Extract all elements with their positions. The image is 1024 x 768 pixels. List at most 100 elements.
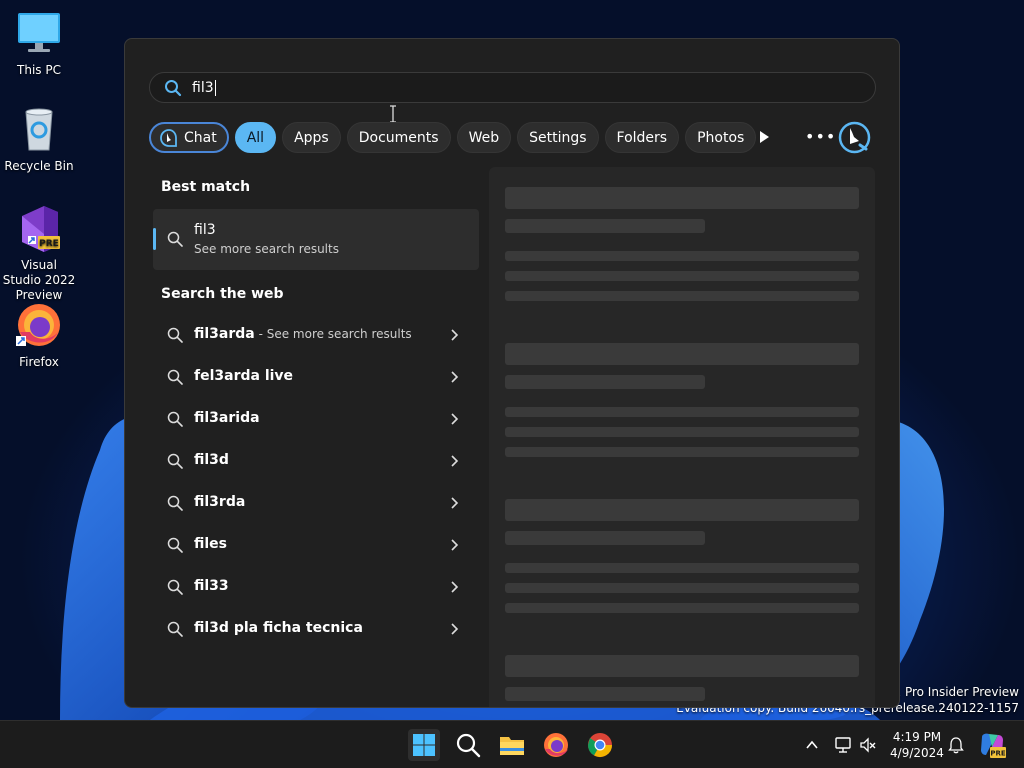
search-icon (167, 453, 183, 469)
bing-icon[interactable] (838, 121, 871, 154)
folder-icon (500, 737, 524, 755)
web-result-text: fel3arda live (194, 368, 294, 384)
web-result-text: fil3d pla ficha tecnica (194, 620, 363, 636)
web-result-item[interactable]: fil3rda (153, 482, 479, 524)
show-hidden-icons-chevron-icon[interactable] (805, 738, 819, 752)
skeleton-title (505, 187, 859, 209)
filter-label: Photos (697, 129, 745, 146)
best-match-item[interactable]: fil3 See more search results (153, 209, 479, 270)
chrome-icon (588, 733, 612, 758)
desktop-icon-recycle-bin[interactable]: Recycle Bin (0, 106, 78, 174)
windows-logo-icon (413, 734, 435, 756)
firefox-icon (16, 304, 60, 346)
chevron-right-icon (451, 581, 459, 593)
notification-bell-icon[interactable] (947, 736, 965, 754)
filter-all[interactable]: All (234, 122, 277, 153)
more-options-icon[interactable]: ••• (805, 127, 836, 146)
chevron-right-icon (451, 329, 459, 341)
filter-label: Folders (616, 129, 668, 146)
skeleton-line (505, 583, 859, 593)
filter-label: Settings (529, 129, 587, 146)
pre-badge: PRE (990, 750, 1006, 758)
search-input[interactable]: fil3 (149, 72, 876, 123)
search-icon (165, 79, 182, 96)
filter-documents[interactable]: Documents (346, 122, 451, 153)
search-icon (456, 733, 481, 758)
filter-label: Documents (358, 129, 439, 146)
clock[interactable]: 4:19 PM 4/9/2024 (884, 729, 950, 761)
visual-studio-icon: PRE (14, 204, 64, 254)
search-icon (167, 579, 183, 595)
more-filters-play-icon[interactable] (756, 129, 772, 145)
skeleton-line (505, 251, 859, 261)
skeleton-title (505, 499, 859, 521)
filter-web[interactable]: Web (456, 122, 512, 153)
web-result-text: fil3d (194, 452, 229, 468)
filter-bar: Chat All Apps Documents Web Settings Fol… (149, 121, 879, 154)
chevron-right-icon (451, 371, 459, 383)
preview-pane-loading (489, 167, 875, 707)
chevron-right-icon (451, 413, 459, 425)
web-result-item[interactable]: fil3arda - See more search results (153, 314, 479, 356)
skeleton-line (505, 603, 859, 613)
bing-chat-icon (160, 128, 177, 147)
skeleton-line (505, 427, 859, 437)
filter-photos[interactable]: Photos (685, 122, 757, 153)
web-result-item[interactable]: fil3d (153, 440, 479, 482)
start-button[interactable] (408, 729, 440, 761)
skeleton-title (505, 343, 859, 365)
web-result-text: fil3arida (194, 410, 260, 426)
web-result-sub: - See more search results (254, 327, 412, 341)
web-result-item[interactable]: fil3d pla ficha tecnica (153, 608, 479, 650)
skeleton-subtitle (505, 687, 705, 701)
desktop-icon-label: Recycle Bin (4, 159, 74, 173)
taskbar-firefox[interactable] (540, 729, 572, 761)
copilot-button[interactable]: PRE (978, 731, 1006, 759)
skeleton-line (505, 291, 859, 301)
clock-date: 4/9/2024 (890, 746, 944, 760)
search-panel: fil3 Chat All Apps Documents Web Setting… (124, 38, 900, 708)
skeleton-line (505, 407, 859, 417)
volume-muted-icon[interactable] (859, 736, 877, 754)
filter-label: Apps (294, 129, 329, 146)
taskbar-file-explorer[interactable] (496, 729, 528, 761)
chevron-right-icon (451, 497, 459, 509)
web-result-item[interactable]: files (153, 524, 479, 566)
pre-badge: PRE (39, 239, 59, 249)
skeleton-subtitle (505, 531, 705, 545)
web-result-item[interactable]: fil3arida (153, 398, 479, 440)
chevron-right-icon (451, 623, 459, 635)
taskbar-search-button[interactable] (452, 729, 484, 761)
selection-accent (153, 228, 156, 250)
filter-settings[interactable]: Settings (517, 122, 599, 153)
best-match-heading: Best match (161, 179, 251, 195)
skeleton-subtitle (505, 375, 705, 389)
firefox-icon (544, 733, 568, 757)
taskbar-chrome[interactable] (584, 729, 616, 761)
search-web-heading: Search the web (161, 286, 284, 302)
search-icon (167, 495, 183, 511)
desktop-icon-visual-studio[interactable]: PRE Visual Studio 2022 Preview (0, 204, 78, 303)
taskbar: 4:19 PM 4/9/2024 PRE (0, 720, 1024, 768)
filter-apps[interactable]: Apps (282, 122, 341, 153)
text-caret (214, 79, 216, 96)
filter-label: All (246, 129, 265, 146)
best-match-subtitle: See more search results (194, 242, 339, 256)
web-results-list: fil3arda - See more search results fel3a… (153, 314, 479, 650)
web-result-item[interactable]: fil33 (153, 566, 479, 608)
skeleton-title (505, 655, 859, 677)
filter-folders[interactable]: Folders (604, 122, 680, 153)
filter-chat[interactable]: Chat (149, 122, 229, 153)
search-icon (167, 411, 183, 427)
web-result-item[interactable]: fel3arda live (153, 356, 479, 398)
web-result-text: fil33 (194, 578, 229, 594)
search-icon (167, 327, 183, 343)
search-icon (167, 369, 183, 385)
desktop-icon-label: This PC (17, 63, 61, 77)
desktop-icon-this-pc[interactable]: This PC (0, 10, 78, 78)
desktop-icon-firefox[interactable]: Firefox (0, 302, 78, 370)
web-result-text: fil3rda (194, 494, 246, 510)
chevron-right-icon (451, 455, 459, 467)
network-icon[interactable] (835, 736, 853, 754)
web-result-text: files (194, 536, 228, 552)
